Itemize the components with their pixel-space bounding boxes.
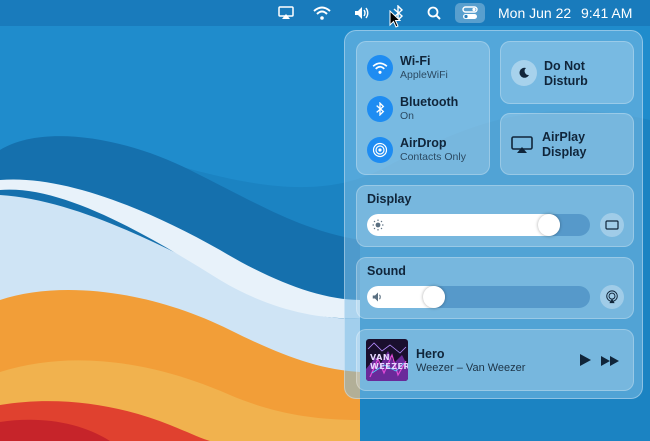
wifi-subtitle: AppleWiFi (400, 69, 448, 81)
bluetooth-title: Bluetooth (400, 95, 459, 109)
brightness-slider-knob[interactable] (538, 214, 560, 236)
mouse-cursor-icon (388, 10, 402, 28)
track-title: Hero (416, 347, 445, 361)
bluetooth-subtitle: On (400, 110, 415, 122)
bluetooth-icon (367, 96, 393, 122)
sound-title: Sound (367, 264, 406, 278)
wifi-icon (367, 55, 393, 81)
play-icon[interactable] (578, 353, 592, 367)
sun-icon (371, 218, 385, 232)
wifi-icon[interactable] (312, 4, 332, 22)
volume-slider[interactable] (367, 286, 590, 308)
airplay-display-button[interactable]: AirPlay Display (500, 113, 634, 175)
airdrop-icon (367, 137, 393, 163)
album-art-text: VAN WEEZER (370, 353, 408, 371)
bluetooth-toggle[interactable]: Bluetooth On (357, 84, 491, 126)
display-title: Display (367, 192, 412, 206)
control-center-icon[interactable] (455, 3, 485, 23)
airplay-icon[interactable] (276, 4, 296, 22)
connectivity-module: Wi-Fi AppleWiFi Bluetooth On AirDrop Con… (356, 41, 490, 175)
menu-bar: Mon Jun 22 9:41 AM (0, 0, 650, 28)
menu-bar-date[interactable]: Mon Jun 22 (498, 5, 571, 21)
control-center-panel: Wi-Fi AppleWiFi Bluetooth On AirDrop Con… (344, 30, 643, 399)
fast-forward-icon[interactable] (600, 354, 620, 366)
airplay-audio-icon[interactable] (600, 285, 624, 309)
brightness-slider[interactable] (367, 214, 590, 236)
airdrop-subtitle: Contacts Only (400, 151, 466, 163)
display-icon[interactable] (600, 213, 624, 237)
airplay-display-icon (511, 136, 533, 154)
airplay-label-line2: Display (542, 145, 587, 159)
sound-module: Sound (356, 257, 634, 319)
volume-slider-knob[interactable] (423, 286, 445, 308)
track-artist: Weezer – Van Weezer (416, 362, 526, 374)
speaker-icon (371, 290, 385, 304)
airplay-label-line1: AirPlay (542, 130, 586, 144)
volume-icon[interactable] (352, 4, 372, 22)
dnd-label-line2: Disturb (544, 74, 588, 88)
album-art[interactable]: VAN WEEZER (366, 339, 408, 381)
search-icon[interactable] (424, 4, 444, 22)
moon-icon (511, 60, 537, 86)
menu-bar-time[interactable]: 9:41 AM (581, 5, 632, 21)
airdrop-title: AirDrop (400, 136, 447, 150)
wifi-title: Wi-Fi (400, 54, 431, 68)
airdrop-toggle[interactable]: AirDrop Contacts Only (357, 126, 491, 172)
display-module: Display (356, 185, 634, 247)
dnd-label-line1: Do Not (544, 59, 585, 73)
do-not-disturb-button[interactable]: Do Not Disturb (500, 41, 634, 104)
wifi-toggle[interactable]: Wi-Fi AppleWiFi (357, 42, 491, 84)
brightness-slider-fill (367, 214, 560, 236)
